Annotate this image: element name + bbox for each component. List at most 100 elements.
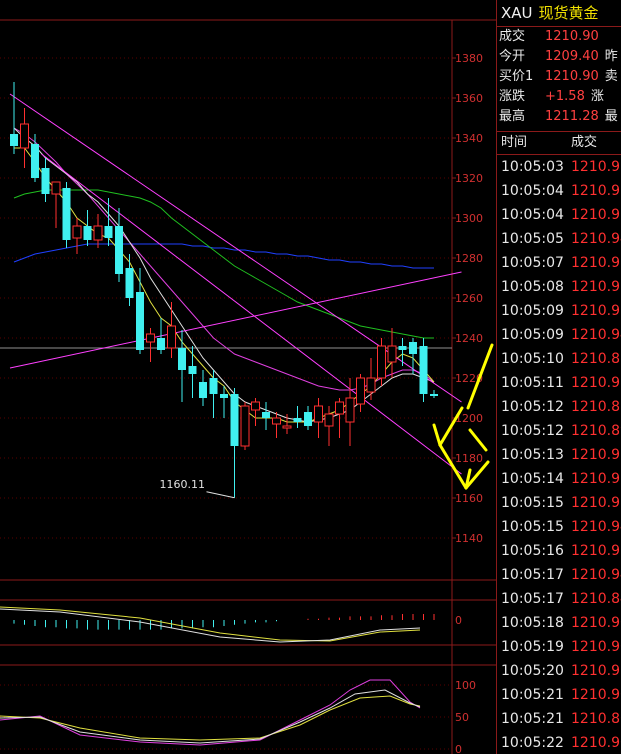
candle-body [125, 268, 134, 298]
tick-time: 10:05:05 [501, 231, 564, 247]
tick-row: 10:05:04 1210.97 [497, 179, 621, 203]
tick-row: 10:05:14 1210.91 [497, 467, 621, 491]
tick-row: 10:05:15 1210.91 [497, 491, 621, 515]
y-tick-label: 1180 [455, 452, 483, 465]
quote-panel: XAU 现货黄金 成交 1210.90 今开 1209.40 昨 买价1 1210.90 卖… [496, 0, 621, 754]
quote-label: 涨跌 [499, 89, 526, 104]
quote-value: 1210.90 [545, 29, 599, 44]
annotation-arrow [468, 428, 488, 452]
quote-row: 成交 1210.90 [497, 27, 621, 47]
quote-value: +1.58 [545, 89, 585, 104]
tick-price: 1210.91 [571, 495, 621, 511]
tick-row: 10:05:09 1210.91 [497, 299, 621, 323]
tick-price: 1210.94 [571, 231, 621, 247]
tick-time: 10:05:09 [501, 303, 564, 319]
candle-body [62, 188, 71, 240]
candle-body [41, 168, 50, 194]
tick-row: 10:05:12 1210.88 [497, 395, 621, 419]
kline-chart[interactable]: 1380 1360 1340 1320 1300 1280 1260 1240 1220 1200… [0, 0, 496, 754]
annotation-arrow [432, 423, 442, 447]
quote-row: 今开 1209.40 昨 [497, 47, 621, 67]
candle-body [272, 417, 281, 425]
tick-time: 10:05:07 [501, 255, 564, 271]
tick-price: 1210.91 [571, 447, 621, 463]
candle-body [240, 405, 250, 447]
tick-row: 10:05:03 1210.96 [497, 155, 621, 179]
candle-body [356, 377, 365, 405]
quote-row: 最高 1211.28 最 [497, 107, 621, 127]
y-tick-label: 1360 [455, 92, 483, 105]
tick-row: 10:05:22 1210.90 [497, 731, 621, 754]
tick-time: 10:05:21 [501, 711, 564, 727]
tick-row: 10:05:17 1210.84 [497, 587, 621, 611]
tick-price: 1210.96 [571, 279, 621, 295]
col-time: 时间 [501, 135, 528, 150]
y-tick-label: 1140 [455, 532, 483, 545]
tick-time: 10:05:19 [501, 639, 564, 655]
tick-row: 10:05:09 1210.94 [497, 323, 621, 347]
tick-time: 10:05:11 [501, 375, 564, 391]
kdj-tick-label: 100 [455, 679, 476, 692]
low-annotation: 1160.11 [160, 478, 206, 491]
tick-price: 1210.96 [571, 255, 621, 271]
tick-time: 10:05:04 [501, 207, 564, 223]
quote-row: 涨跌 +1.58 涨 [497, 87, 621, 107]
candle-body [282, 425, 292, 429]
candle-body [366, 377, 376, 393]
tick-time: 10:05:16 [501, 543, 564, 559]
tick-time: 10:05:15 [501, 495, 564, 511]
tick-price: 1210.88 [571, 399, 621, 415]
tick-price: 1210.96 [571, 159, 621, 175]
macd-dif [0, 608, 421, 643]
y-tick-label: 1240 [455, 332, 483, 345]
tick-list-header: 时间 成交 [497, 131, 621, 155]
tick-row: 10:05:12 1210.89 [497, 419, 621, 443]
tick-price: 1210.92 [571, 375, 621, 391]
tick-price: 1210.88 [571, 351, 621, 367]
tick-price: 1210.91 [571, 471, 621, 487]
candle-body [10, 134, 18, 146]
candle-body [157, 338, 165, 350]
quote-value: 1211.28 [545, 109, 599, 124]
candle-body [409, 342, 417, 354]
candle-body [31, 144, 39, 178]
tick-row: 10:05:19 1210.90 [497, 635, 621, 659]
quote-extra: 卖 [604, 69, 618, 84]
tick-time: 10:05:21 [501, 687, 564, 703]
candle-body [324, 413, 334, 427]
kdj-tick-label: 50 [455, 711, 469, 724]
candle-body [293, 418, 302, 422]
tick-time: 10:05:17 [501, 591, 564, 607]
candle-body [304, 412, 312, 426]
y-tick-label: 1300 [455, 212, 483, 225]
candle-body [188, 366, 197, 374]
candle-body [104, 226, 113, 238]
tick-price: 1210.94 [571, 567, 621, 583]
tick-row: 10:05:20 1210.96 [497, 659, 621, 683]
candle-body [136, 292, 144, 350]
tick-row: 10:05:11 1210.92 [497, 371, 621, 395]
annotation-arrow [438, 406, 464, 447]
candle-body [398, 346, 407, 350]
tick-price: 1210.94 [571, 519, 621, 535]
y-tick-label: 1280 [455, 252, 483, 265]
tick-price: 1210.84 [571, 591, 621, 607]
tick-price: 1210.97 [571, 183, 621, 199]
candle-body [377, 345, 386, 379]
tick-time: 10:05:18 [501, 615, 564, 631]
symbol-name: 现货黄金 [538, 4, 599, 22]
candle-body [314, 405, 323, 423]
trendline [41, 153, 462, 475]
tick-list[interactable]: 10:05:03 1210.96 10:05:04 1210.97 10:05:04 12… [497, 155, 621, 754]
quote-label: 今开 [499, 49, 526, 64]
candle-body [51, 181, 61, 195]
candle-body [72, 225, 82, 239]
kdj-tick-label: 0 [455, 743, 462, 754]
tick-time: 10:05:09 [501, 327, 564, 343]
tick-time: 10:05:20 [501, 663, 564, 679]
tick-time: 10:05:14 [501, 471, 564, 487]
tick-row: 10:05:07 1210.96 [497, 251, 621, 275]
candle-body [387, 345, 397, 363]
y-tick-label: 1380 [455, 52, 483, 65]
tick-price: 1210.80 [571, 711, 621, 727]
